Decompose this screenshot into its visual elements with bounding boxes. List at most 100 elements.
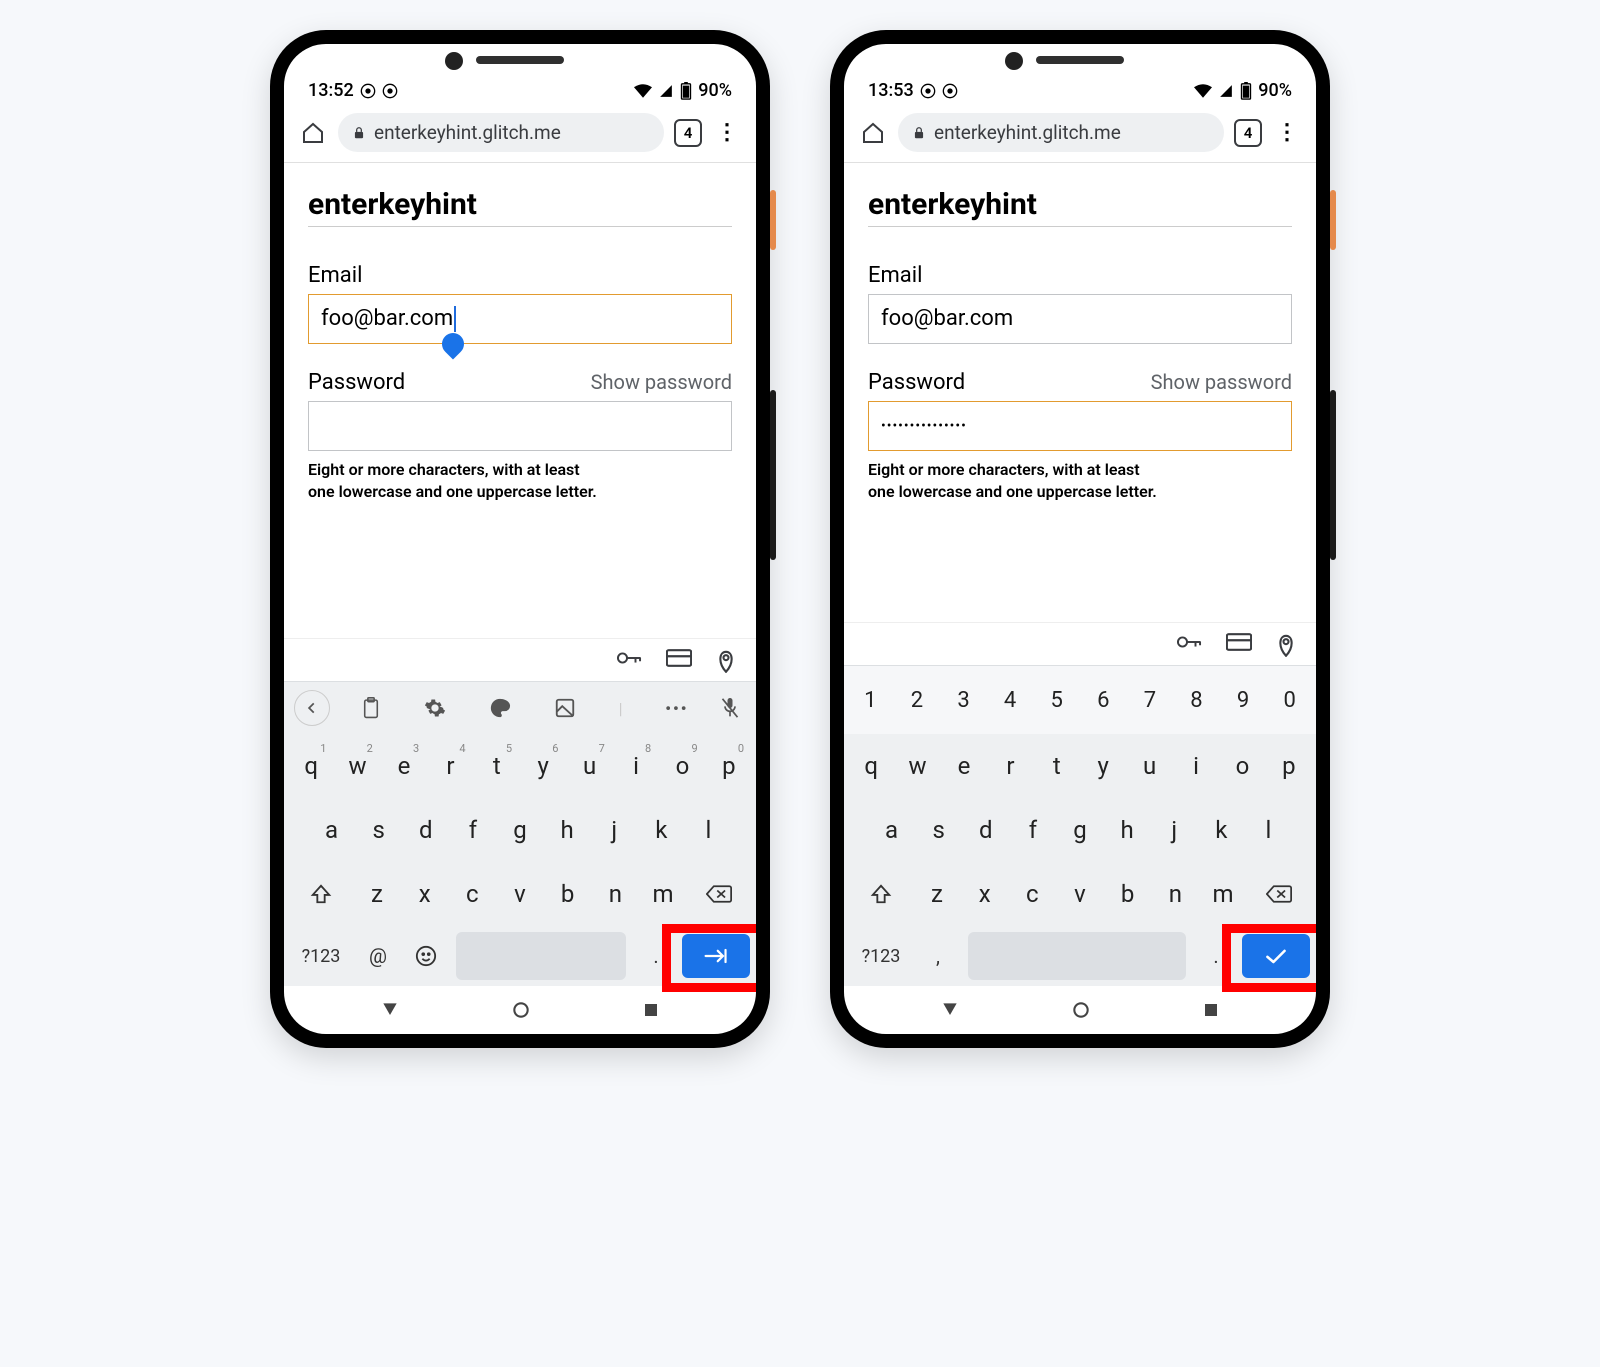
- overflow-menu-icon[interactable]: ⋮: [1272, 118, 1302, 148]
- key-r[interactable]: r: [989, 738, 1031, 794]
- key-s[interactable]: s: [357, 802, 400, 858]
- tab-switcher[interactable]: 4: [674, 119, 702, 147]
- key-v[interactable]: v: [498, 866, 542, 922]
- password-field[interactable]: [308, 401, 732, 451]
- location-pin-icon[interactable]: [1276, 633, 1296, 657]
- key-2[interactable]: 2: [895, 672, 940, 728]
- key-z[interactable]: z: [915, 866, 959, 922]
- mic-off-icon[interactable]: [720, 696, 746, 720]
- key-5[interactable]: 5: [1034, 672, 1079, 728]
- key-x[interactable]: x: [963, 866, 1007, 922]
- key-g[interactable]: g: [1058, 802, 1101, 858]
- key-j[interactable]: j: [1153, 802, 1196, 858]
- show-password-toggle[interactable]: Show password: [591, 370, 732, 394]
- home-icon[interactable]: [298, 118, 328, 148]
- key-i[interactable]: i8: [615, 738, 657, 794]
- tab-switcher[interactable]: 4: [1234, 119, 1262, 147]
- key-b[interactable]: b: [1106, 866, 1150, 922]
- gear-icon[interactable]: [424, 697, 446, 719]
- key-g[interactable]: g: [498, 802, 541, 858]
- key-1[interactable]: 1: [848, 672, 893, 728]
- key-j[interactable]: j: [593, 802, 636, 858]
- key-icon[interactable]: [1176, 633, 1202, 657]
- password-field[interactable]: •••••••••••••••: [868, 401, 1292, 451]
- key-q[interactable]: q: [850, 738, 892, 794]
- key-h[interactable]: h: [546, 802, 589, 858]
- key-e[interactable]: e: [943, 738, 985, 794]
- address-bar[interactable]: enterkeyhint.glitch.me: [898, 113, 1224, 152]
- key-b[interactable]: b: [546, 866, 590, 922]
- key-w[interactable]: w2: [336, 738, 378, 794]
- key-x[interactable]: x: [403, 866, 447, 922]
- key-d[interactable]: d: [404, 802, 447, 858]
- key-l[interactable]: l: [1247, 802, 1290, 858]
- key-n[interactable]: n: [1154, 866, 1198, 922]
- period-key[interactable]: .: [634, 932, 678, 980]
- enter-key-next[interactable]: [682, 934, 750, 978]
- key-p[interactable]: p0: [708, 738, 750, 794]
- back-nav-icon[interactable]: [380, 1000, 400, 1020]
- key-u[interactable]: u7: [568, 738, 610, 794]
- key-f[interactable]: f: [1011, 802, 1054, 858]
- key-k[interactable]: k: [1200, 802, 1243, 858]
- key-o[interactable]: o9: [661, 738, 703, 794]
- key-y[interactable]: y6: [522, 738, 564, 794]
- symbols-key[interactable]: ?123: [850, 932, 912, 980]
- key-t[interactable]: t5: [476, 738, 518, 794]
- key-k[interactable]: k: [640, 802, 683, 858]
- key-icon[interactable]: [616, 649, 642, 673]
- symbols-key[interactable]: ?123: [290, 932, 352, 980]
- emoji-key[interactable]: [404, 932, 448, 980]
- key-e[interactable]: e3: [383, 738, 425, 794]
- key-6[interactable]: 6: [1081, 672, 1126, 728]
- recents-nav-icon[interactable]: [642, 1001, 660, 1019]
- key-z[interactable]: z: [355, 866, 399, 922]
- card-icon[interactable]: [1226, 633, 1252, 657]
- period-key[interactable]: .: [1194, 932, 1238, 980]
- key-l[interactable]: l: [687, 802, 730, 858]
- backspace-key[interactable]: [689, 866, 750, 922]
- key-r[interactable]: r4: [429, 738, 471, 794]
- address-bar[interactable]: enterkeyhint.glitch.me: [338, 113, 664, 152]
- key-p[interactable]: p: [1268, 738, 1310, 794]
- key-f[interactable]: f: [451, 802, 494, 858]
- key-t[interactable]: t: [1036, 738, 1078, 794]
- key-4[interactable]: 4: [988, 672, 1033, 728]
- home-icon[interactable]: [858, 118, 888, 148]
- key-c[interactable]: c: [450, 866, 494, 922]
- email-field[interactable]: foo@bar.com: [308, 294, 732, 344]
- key-h[interactable]: h: [1106, 802, 1149, 858]
- at-key[interactable]: @: [356, 932, 400, 980]
- more-icon[interactable]: •••: [665, 699, 688, 718]
- key-c[interactable]: c: [1010, 866, 1054, 922]
- key-w[interactable]: w: [896, 738, 938, 794]
- key-3[interactable]: 3: [941, 672, 986, 728]
- key-d[interactable]: d: [964, 802, 1007, 858]
- key-a[interactable]: a: [310, 802, 353, 858]
- location-pin-icon[interactable]: [716, 649, 736, 673]
- comma-key[interactable]: ,: [916, 932, 960, 980]
- key-8[interactable]: 8: [1174, 672, 1219, 728]
- shift-key[interactable]: [850, 866, 911, 922]
- shift-key[interactable]: [290, 866, 351, 922]
- palette-icon[interactable]: [489, 697, 511, 719]
- key-q[interactable]: q1: [290, 738, 332, 794]
- back-nav-icon[interactable]: [940, 1000, 960, 1020]
- key-i[interactable]: i: [1175, 738, 1217, 794]
- overflow-menu-icon[interactable]: ⋮: [712, 118, 742, 148]
- sticker-icon[interactable]: [554, 697, 576, 719]
- email-field[interactable]: foo@bar.com: [868, 294, 1292, 344]
- key-v[interactable]: v: [1058, 866, 1102, 922]
- key-0[interactable]: 0: [1267, 672, 1312, 728]
- key-a[interactable]: a: [870, 802, 913, 858]
- key-o[interactable]: o: [1221, 738, 1263, 794]
- card-icon[interactable]: [666, 649, 692, 673]
- key-7[interactable]: 7: [1128, 672, 1173, 728]
- key-s[interactable]: s: [917, 802, 960, 858]
- home-nav-icon[interactable]: [511, 1000, 531, 1020]
- key-u[interactable]: u: [1128, 738, 1170, 794]
- key-9[interactable]: 9: [1221, 672, 1266, 728]
- recents-nav-icon[interactable]: [1202, 1001, 1220, 1019]
- home-nav-icon[interactable]: [1071, 1000, 1091, 1020]
- show-password-toggle[interactable]: Show password: [1151, 370, 1292, 394]
